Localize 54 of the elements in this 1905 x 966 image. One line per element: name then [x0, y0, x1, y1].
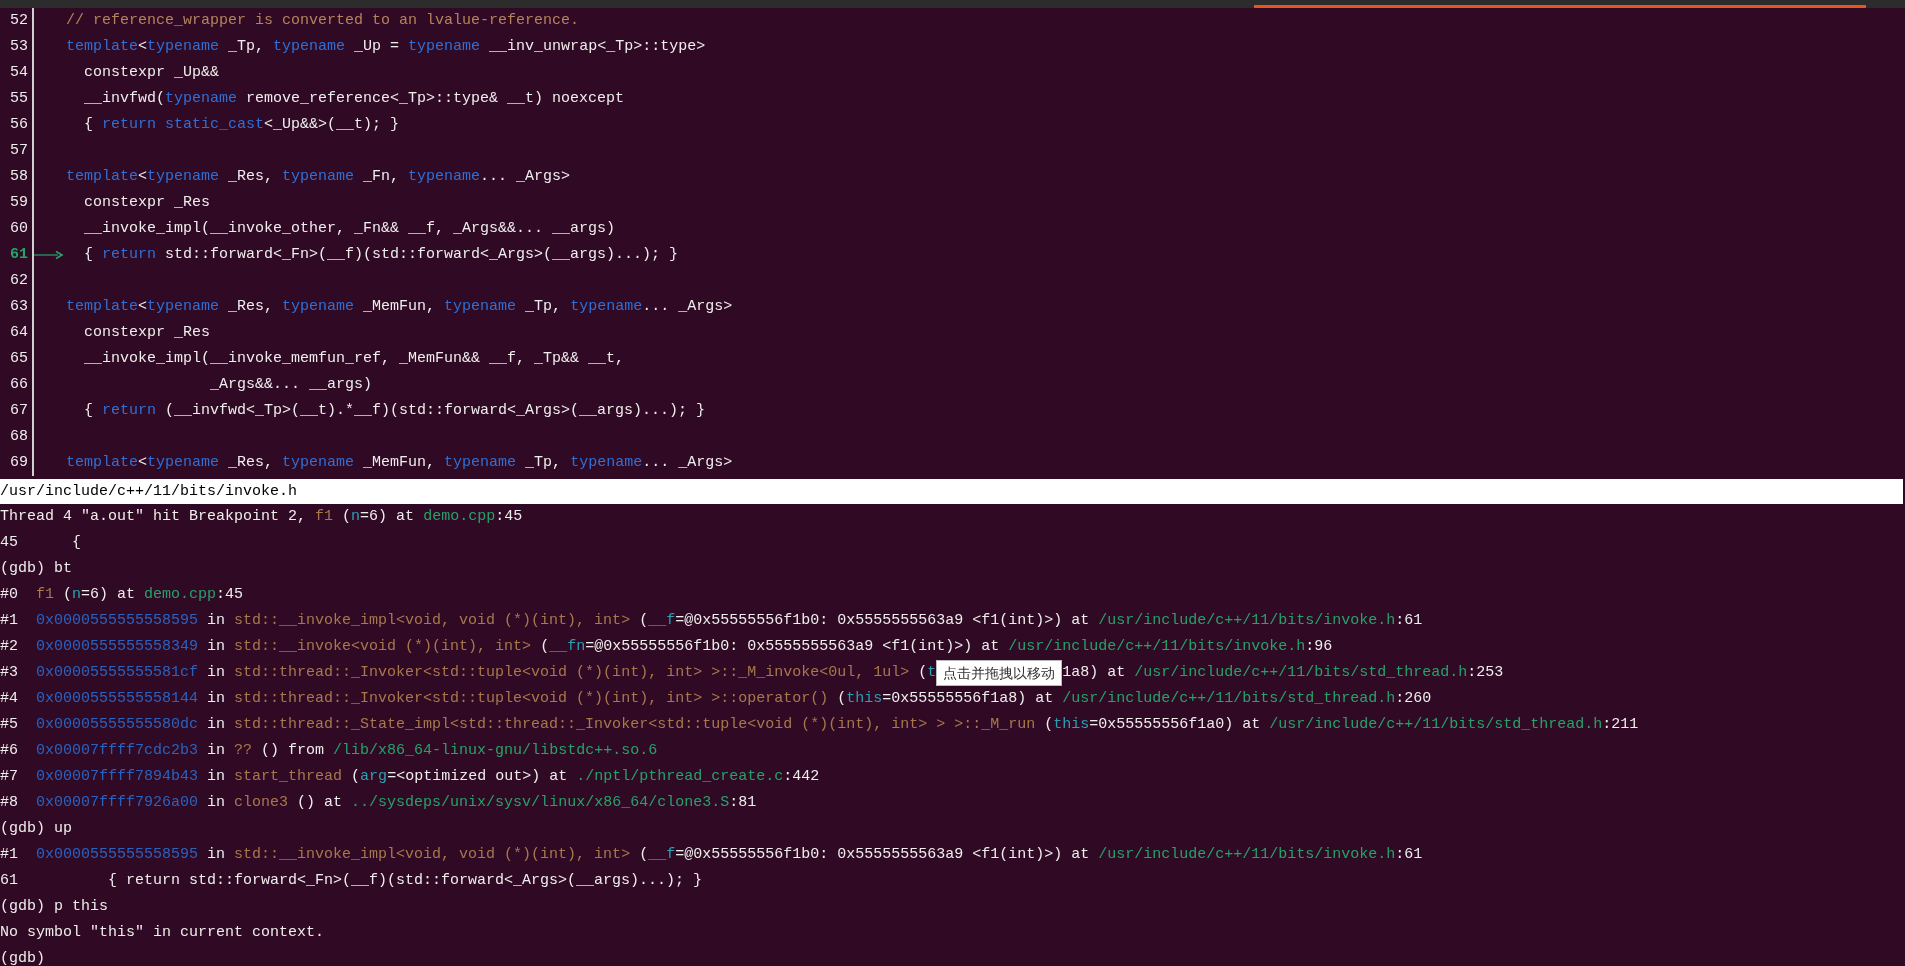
terminal-line: #3 0x00005555555581cf in std::thread::_Invoker<std::tuple<void (*)(int), int> >::_M_invoke<0ul, 1ul> (t	[0, 663, 937, 683]
line-number: 60	[9, 219, 29, 239]
code-line: constexpr _Up&&	[83, 63, 220, 83]
code-line: template<typename _Res, typename _Fn, typename... _Args>	[66, 167, 571, 187]
code-line: { return std::forward<_Fn>(__f)(std::forward<_Args>(__args)...); }	[83, 245, 679, 265]
terminal-line: #1 0x0000555555558595 in std::__invoke_impl<void, void (*)(int), int> (__f=@0x55555556f1b0: 0x5555555563a9 <f1(int)>) at /usr/include/c++/11/bits/invoke.h:61	[0, 845, 1423, 865]
line-number: 65	[9, 349, 29, 369]
terminal-line: #5 0x00005555555580dc in std::thread::_State_impl<std::thread::_Invoker<std::tuple<void (*)(int), int> > >::_M_run (this=0x55555556f1a0) at /usr/include/c++/11/bits/std_thread.h:211	[0, 715, 1639, 735]
terminal-line: 61 { return std::forward<_Fn>(__f)(std::forward<_Args>(__args)...); }	[0, 871, 703, 891]
terminal-line: #0 f1 (n=6) at demo.cpp:45	[0, 585, 244, 605]
code-line: template<typename _Tp, typename _Up = typename __inv_unwrap<_Tp>::type>	[66, 37, 706, 57]
line-number: 61	[9, 245, 29, 265]
code-line: template<typename _Res, typename _MemFun, typename _Tp, typename... _Args>	[66, 297, 733, 317]
terminal-line: 45 {	[0, 533, 81, 553]
terminal-line: #7 0x00007ffff7894b43 in start_thread (arg=<optimized out>) at ./nptl/pthread_create.c:442	[0, 767, 820, 787]
line-number: 56	[9, 115, 29, 135]
line-number: 53	[9, 37, 29, 57]
line-number: 59	[9, 193, 29, 213]
terminal-line: (gdb) bt	[0, 559, 72, 579]
code-line: _Args&&... __args)	[209, 375, 373, 395]
tooltip: 点击并拖拽以移动	[936, 660, 1063, 686]
line-number: 52	[9, 11, 29, 31]
code-line: { return static_cast<_Up&&>(__t); }	[83, 115, 400, 135]
line-number: 63	[9, 297, 29, 317]
terminal-line: Thread 4 "a.out" hit Breakpoint 2, f1 (n=6) at demo.cpp:45	[0, 507, 523, 527]
terminal-line: No symbol "this" in current context.	[0, 923, 325, 943]
code-line: { return (__invfwd<_Tp>(__t).*__f)(std::forward<_Args>(__args)...); }	[83, 401, 706, 421]
file-path: /usr/include/c++/11/bits/invoke.h	[0, 483, 298, 500]
code-line: constexpr _Res	[83, 323, 211, 343]
code-line: __invfwd(typename remove_reference<_Tp>::type& __t) noexcept	[83, 89, 625, 109]
line-number: 54	[9, 63, 29, 83]
code-line: __invoke_impl(__invoke_other, _Fn&& __f, _Args&&... __args)	[83, 219, 616, 239]
terminal-line: #6 0x00007ffff7cdc2b3 in ?? () from /lib/x86_64-linux-gnu/libstdc++.so.6	[0, 741, 658, 761]
terminal-line: #8 0x00007ffff7926a00 in clone3 () at ../sysdeps/unix/sysv/linux/x86_64/clone3.S:81	[0, 793, 757, 813]
line-number: 58	[9, 167, 29, 187]
code-line: constexpr _Res	[83, 193, 211, 213]
line-number: 55	[9, 89, 29, 109]
terminal-line: #4 0x0000555555558144 in std::thread::_Invoker<std::tuple<void (*)(int), int> >::operator() (this=0x55555556f1a8) at /usr/include/c++/11/bits/std_thread.h:260	[0, 689, 1432, 709]
line-number: 69	[9, 453, 29, 473]
line-number: 64	[9, 323, 29, 343]
line-number: 57	[9, 141, 29, 161]
code-line: template<typename _Res, typename _MemFun, typename _Tp, typename... _Args>	[66, 453, 733, 473]
line-number: 68	[9, 427, 29, 447]
terminal-line: #2 0x0000555555558349 in std::__invoke<void (*)(int), int> (__fn=@0x55555556f1b0: 0x5555555563a9 <f1(int)>) at /usr/include/c++/11/bits/invoke.h:96	[0, 637, 1333, 657]
terminal-line: (gdb) up	[0, 819, 72, 839]
code-line: // reference_wrapper is converted to an lvalue-reference.	[66, 11, 580, 31]
terminal-line: 1a8) at /usr/include/c++/11/bits/std_thread.h:253	[1062, 663, 1504, 683]
line-number: 66	[9, 375, 29, 395]
terminal-line: (gdb) p this	[0, 897, 109, 917]
terminal-line: (gdb)	[0, 949, 45, 966]
line-number: 67	[9, 401, 29, 421]
terminal-line: #1 0x0000555555558595 in std::__invoke_impl<void, void (*)(int), int> (__f=@0x55555556f1b0: 0x5555555563a9 <f1(int)>) at /usr/include/c++/11/bits/invoke.h:61	[0, 611, 1423, 631]
code-line: __invoke_impl(__invoke_memfun_ref, _MemFun&& __f, _Tp&& __t,	[83, 349, 625, 369]
line-number: 62	[9, 271, 29, 291]
